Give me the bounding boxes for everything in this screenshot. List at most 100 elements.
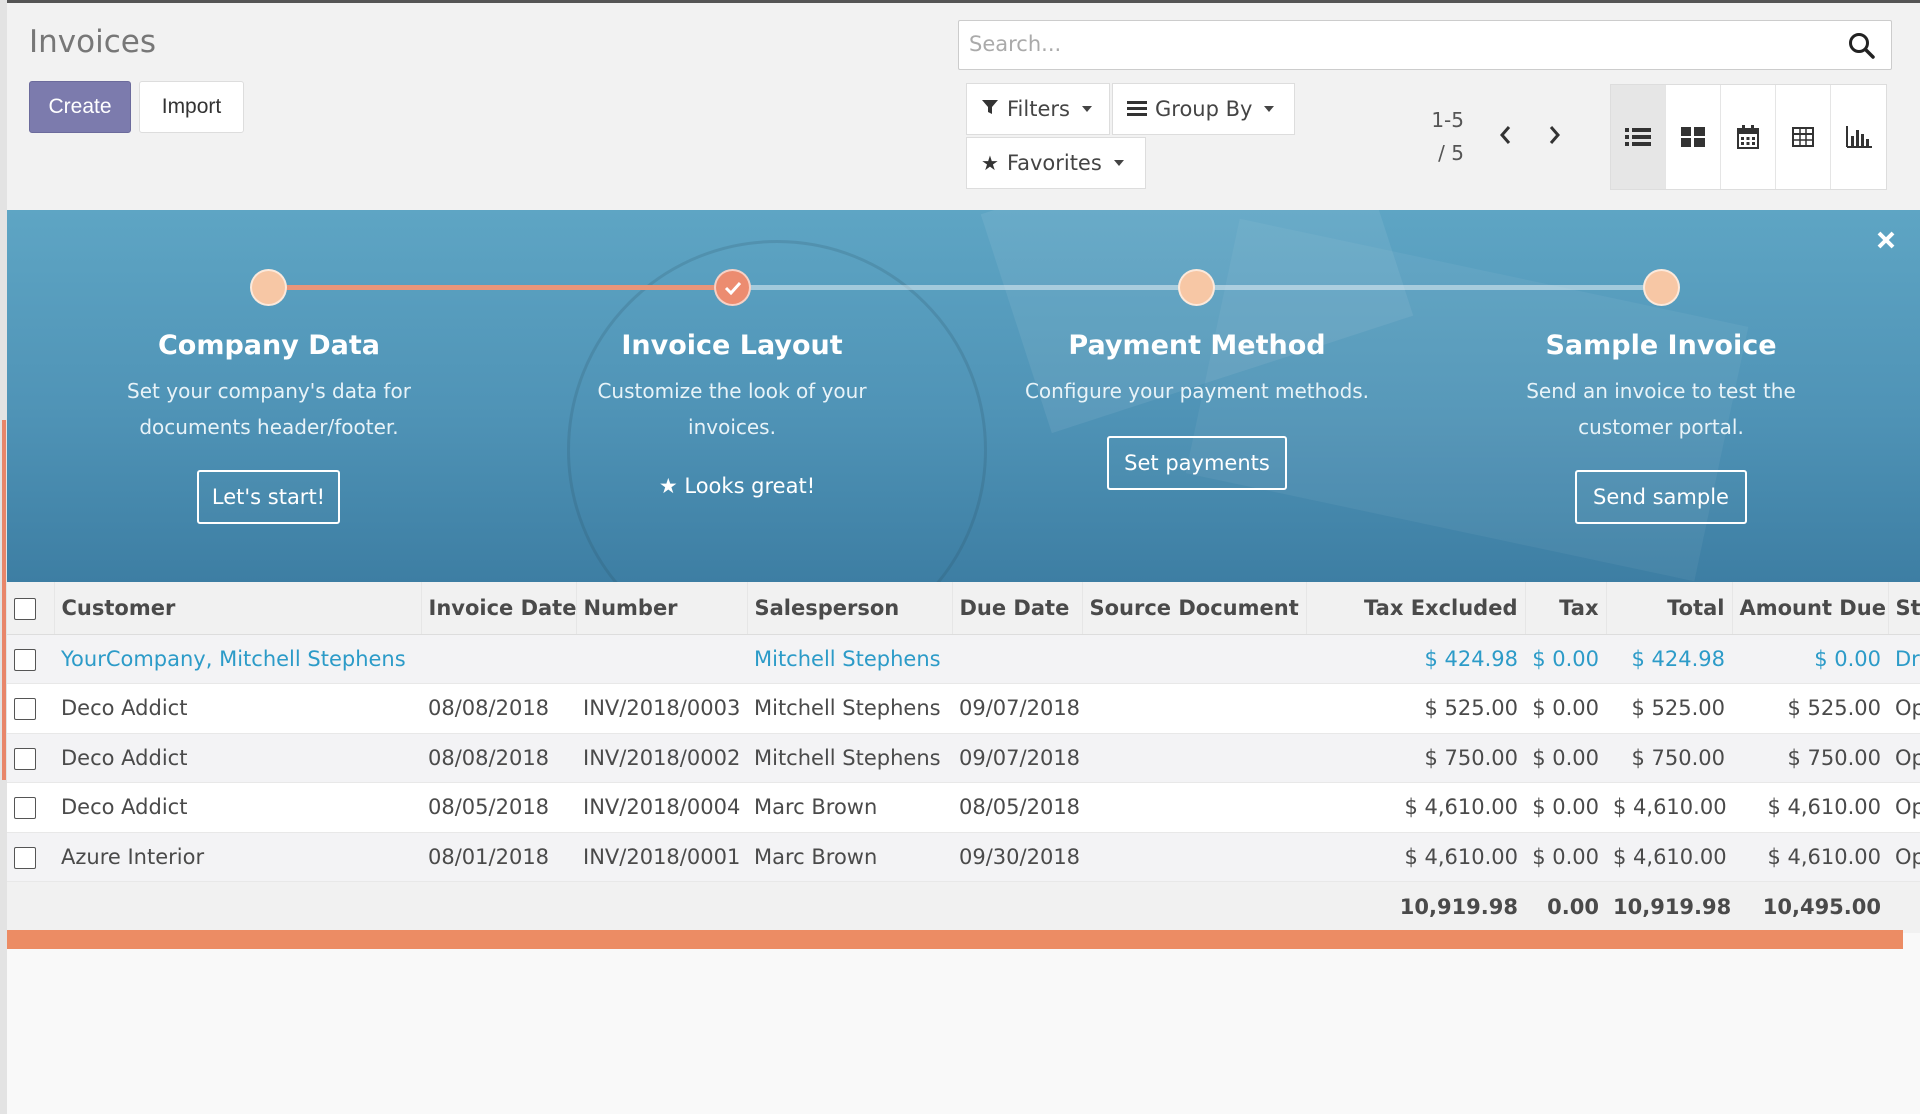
create-button[interactable]: Create — [29, 81, 131, 133]
row-checkbox[interactable] — [14, 846, 36, 869]
groupby-button[interactable]: Group By — [1112, 83, 1295, 135]
kanban-view-button[interactable] — [1666, 85, 1721, 189]
table-row[interactable]: YourCompany, Mitchell Stephens Mitchell … — [7, 634, 1920, 684]
search-input[interactable] — [969, 21, 1809, 67]
step-sample-invoice: Sample Invoice Send an invoice to test t… — [1451, 325, 1871, 445]
cell-tax: $ 0.00 — [1525, 832, 1606, 882]
filters-button[interactable]: Filters — [966, 83, 1110, 135]
bottom-accent-bar — [7, 930, 1903, 949]
column-header-customer[interactable]: Customer — [54, 582, 422, 635]
pivot-view-icon — [1792, 127, 1814, 147]
search-icon[interactable] — [1847, 31, 1877, 61]
step-description-line: customer portal. — [1578, 415, 1744, 439]
pager-next-button[interactable] — [1530, 108, 1578, 162]
step-dot-invoice-layout — [714, 269, 751, 306]
cell-tax: $ 0.00 — [1525, 782, 1606, 833]
left-accent-bar — [2, 420, 6, 780]
caret-down-icon — [1081, 106, 1092, 112]
totals-empty-cell — [421, 881, 576, 933]
table-row[interactable]: Deco Addict 08/08/2018 INV/2018/0003 Mit… — [7, 683, 1920, 734]
step-title: Sample Invoice — [1545, 330, 1777, 361]
pager-range: 1-5 — [1431, 108, 1464, 132]
cell-amount-due: $ 525.00 — [1732, 683, 1888, 734]
bars-icon — [1127, 97, 1147, 121]
cell-status: Open — [1888, 832, 1920, 882]
step-description-line: Configure your payment methods. — [1024, 379, 1370, 403]
set-payments-button[interactable]: Set payments — [1107, 436, 1287, 490]
cell-salesperson: Mitchell Stephens — [747, 634, 952, 684]
pager-previous-button[interactable] — [1482, 108, 1530, 162]
lets-start-button[interactable]: Let's start! — [197, 470, 340, 524]
column-header-number[interactable]: Number — [576, 582, 748, 635]
total-amount-due: 10,495.00 — [1732, 881, 1888, 933]
row-checkbox[interactable] — [14, 797, 36, 820]
cell-due-date: 09/30/2018 — [952, 832, 1082, 882]
column-header-tax-excluded[interactable]: Tax Excluded — [1306, 582, 1526, 635]
total-tax: 0.00 — [1525, 881, 1606, 933]
step-title: Company Data — [157, 330, 381, 361]
row-checkbox[interactable] — [14, 747, 36, 770]
step-dot-company-data — [250, 269, 287, 306]
table-row[interactable]: Deco Addict 08/08/2018 INV/2018/0002 Mit… — [7, 733, 1920, 783]
table-totals-row: 10,919.98 0.00 10,919.98 10,495.00 — [7, 881, 1920, 933]
step-payment-method: Payment Method Configure your payment me… — [987, 325, 1407, 409]
graph-view-button[interactable] — [1831, 85, 1886, 189]
close-icon[interactable] — [1874, 228, 1898, 252]
cell-customer: Deco Addict — [54, 782, 421, 833]
cell-total: $ 4,610.00 — [1606, 832, 1732, 882]
column-header-source-document[interactable]: Source Document — [1082, 582, 1307, 635]
table-row[interactable]: Deco Addict 08/05/2018 INV/2018/0004 Mar… — [7, 782, 1920, 833]
favorites-button[interactable]: ★ Favorites — [966, 137, 1146, 189]
cell-total: $ 750.00 — [1606, 733, 1732, 783]
cell-amount-due: $ 4,610.00 — [1732, 832, 1888, 882]
totals-empty-cell — [54, 881, 421, 933]
star-icon: ★ — [981, 151, 999, 175]
caret-down-icon — [1113, 160, 1124, 166]
cell-tax: $ 0.00 — [1525, 733, 1606, 783]
row-checkbox-cell — [7, 782, 54, 833]
cell-salesperson: Mitchell Stephens — [747, 683, 952, 734]
column-header-total[interactable]: Total — [1606, 582, 1733, 635]
select-all-checkbox-cell — [7, 582, 55, 635]
table-row[interactable]: Azure Interior 08/01/2018 INV/2018/0001 … — [7, 832, 1920, 882]
calendar-view-button[interactable] — [1721, 85, 1776, 189]
cell-invoice-date — [421, 634, 576, 684]
search-box — [958, 20, 1892, 70]
step-description-line: documents header/footer. — [139, 415, 399, 439]
total-tax-excluded: 10,919.98 — [1306, 881, 1525, 933]
looks-great-label: Looks great! — [684, 474, 816, 498]
column-header-amount-due[interactable]: Amount Due — [1732, 582, 1889, 635]
step-description-line: Send an invoice to test the — [1526, 379, 1796, 403]
cell-number: INV/2018/0002 — [576, 733, 747, 783]
filters-label: Filters — [1007, 97, 1070, 121]
cell-salesperson: Mitchell Stephens — [747, 733, 952, 783]
send-sample-button[interactable]: Send sample — [1575, 470, 1747, 524]
step-description: Send an invoice to test the customer por… — [1451, 373, 1871, 445]
view-switcher — [1610, 84, 1887, 190]
cell-due-date: 08/05/2018 — [952, 782, 1082, 833]
step-description-line: Customize the look of your — [597, 379, 867, 403]
pivot-view-button[interactable] — [1776, 85, 1831, 189]
column-header-salesperson[interactable]: Salesperson — [747, 582, 953, 635]
totals-empty-cell — [1888, 881, 1920, 933]
cell-source-document — [1082, 832, 1306, 882]
import-button[interactable]: Import — [139, 81, 244, 133]
column-header-due-date[interactable]: Due Date — [952, 582, 1083, 635]
pager-value[interactable]: 1-5 / 5 — [1420, 104, 1464, 170]
cell-tax-excluded: $ 4,610.00 — [1306, 832, 1525, 882]
cell-salesperson: Marc Brown — [747, 832, 952, 882]
caret-down-icon — [1264, 106, 1275, 112]
row-checkbox[interactable] — [14, 698, 36, 721]
column-header-status[interactable]: Status — [1888, 582, 1920, 635]
step-title: Payment Method — [1068, 330, 1326, 361]
cell-number: INV/2018/0003 — [576, 683, 747, 734]
column-header-invoice-date[interactable]: Invoice Date — [421, 582, 577, 635]
check-icon — [724, 281, 741, 295]
select-all-checkbox[interactable] — [14, 597, 36, 620]
cell-number: INV/2018/0001 — [576, 832, 747, 882]
step-title: Invoice Layout — [621, 330, 843, 361]
row-checkbox[interactable] — [14, 648, 36, 671]
list-view-button[interactable] — [1611, 85, 1666, 189]
step-description: Set your company's data for documents he… — [59, 373, 479, 445]
column-header-tax[interactable]: Tax — [1525, 582, 1607, 635]
